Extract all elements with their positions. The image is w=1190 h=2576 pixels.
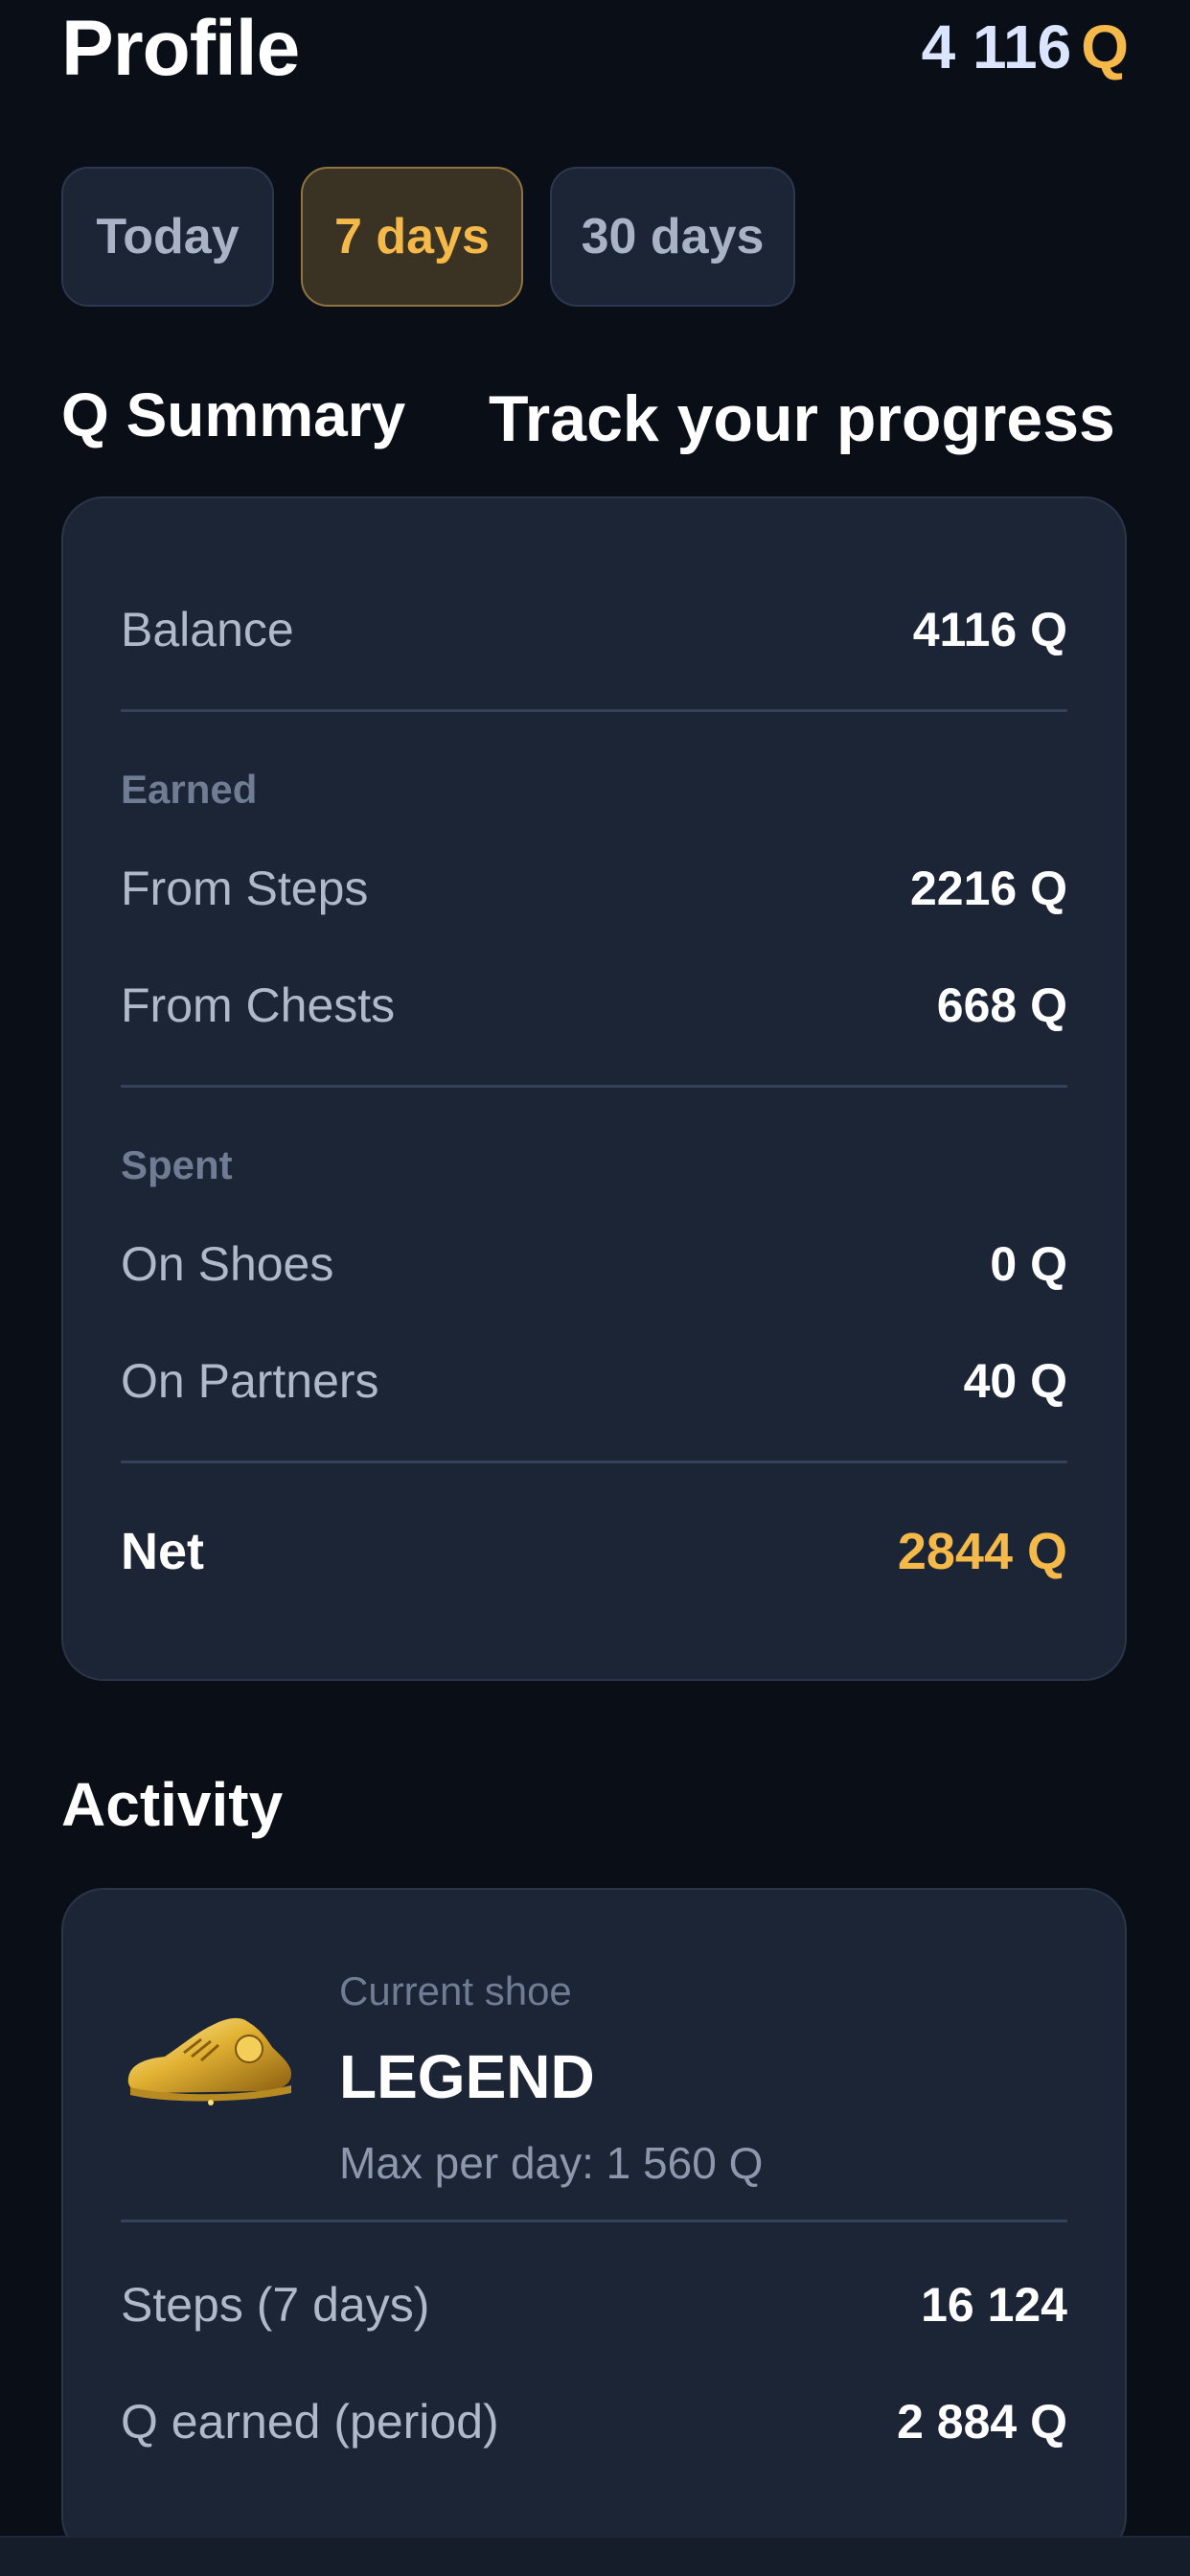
- activity-card: Current shoe LEGEND Max per day: 1 560 Q…: [61, 1888, 1127, 2559]
- net-row: Net 2844 Q: [121, 1522, 1067, 1589]
- from-chests-row: From Chests 668 Q: [121, 978, 1067, 1045]
- from-steps-value: 2216 Q: [909, 862, 1067, 915]
- tab-7-days[interactable]: 7 days: [301, 167, 523, 307]
- earned-heading: Earned: [121, 767, 258, 812]
- tagline: Track your progress: [489, 382, 1115, 455]
- q-earned-label: Q earned (period): [121, 2395, 499, 2449]
- on-shoes-label: On Shoes: [121, 1237, 334, 1291]
- balance-value: 4 116: [921, 12, 1072, 81]
- golden-sneaker-icon: [127, 2017, 291, 2105]
- balance-unit: Q: [1081, 12, 1129, 81]
- tab-today[interactable]: Today: [61, 167, 274, 307]
- q-summary-card: Balance 4116 Q Earned From Steps 2216 Q …: [61, 496, 1127, 1681]
- q-earned-row: Q earned (period) 2 884 Q: [121, 2394, 1067, 2461]
- q-earned-value: 2 884 Q: [897, 2395, 1067, 2449]
- from-steps-row: From Steps 2216 Q: [121, 861, 1067, 928]
- page-title: Profile: [61, 5, 300, 92]
- steps-row: Steps (7 days) 16 124: [121, 2277, 1067, 2344]
- from-chests-label: From Chests: [121, 978, 396, 1032]
- on-shoes-row: On Shoes 0 Q: [121, 1236, 1067, 1303]
- divider: [121, 2220, 1067, 2222]
- shoe-max-per-day: Max per day: 1 560 Q: [339, 2138, 764, 2188]
- activity-title: Activity: [61, 1770, 284, 1839]
- balance-amount: 4116 Q: [912, 603, 1067, 656]
- q-summary-title: Q Summary: [61, 380, 406, 449]
- on-partners-label: On Partners: [121, 1354, 379, 1408]
- from-steps-label: From Steps: [121, 862, 369, 915]
- divider: [121, 1460, 1067, 1463]
- period-tabs: Today 7 days 30 days: [61, 167, 795, 307]
- balance-badge: 4 116 Q: [922, 12, 1129, 82]
- net-value: 2844 Q: [897, 1523, 1067, 1580]
- header: Profile 4 116 Q: [61, 0, 1129, 96]
- profile-screen: Profile 4 116 Q Today 7 days 30 days Q Su…: [0, 0, 1190, 2576]
- on-partners-value: 40 Q: [963, 1354, 1067, 1408]
- divider: [121, 1085, 1067, 1088]
- net-label: Net: [121, 1523, 205, 1580]
- steps-value: 16 124: [921, 2278, 1067, 2332]
- divider: [121, 709, 1067, 712]
- tab-30-days[interactable]: 30 days: [550, 167, 795, 307]
- shoe-name: LEGEND: [339, 2042, 595, 2111]
- from-chests-value: 668 Q: [936, 978, 1067, 1032]
- steps-label: Steps (7 days): [121, 2278, 430, 2332]
- balance-label: Balance: [121, 603, 294, 656]
- on-shoes-value: 0 Q: [990, 1237, 1067, 1291]
- on-partners-row: On Partners 40 Q: [121, 1353, 1067, 1420]
- current-shoe-caption: Current shoe: [339, 1968, 572, 2013]
- balance-row: Balance 4116 Q: [121, 602, 1067, 669]
- spent-heading: Spent: [121, 1142, 233, 1187]
- bottom-bar: [0, 2536, 1190, 2576]
